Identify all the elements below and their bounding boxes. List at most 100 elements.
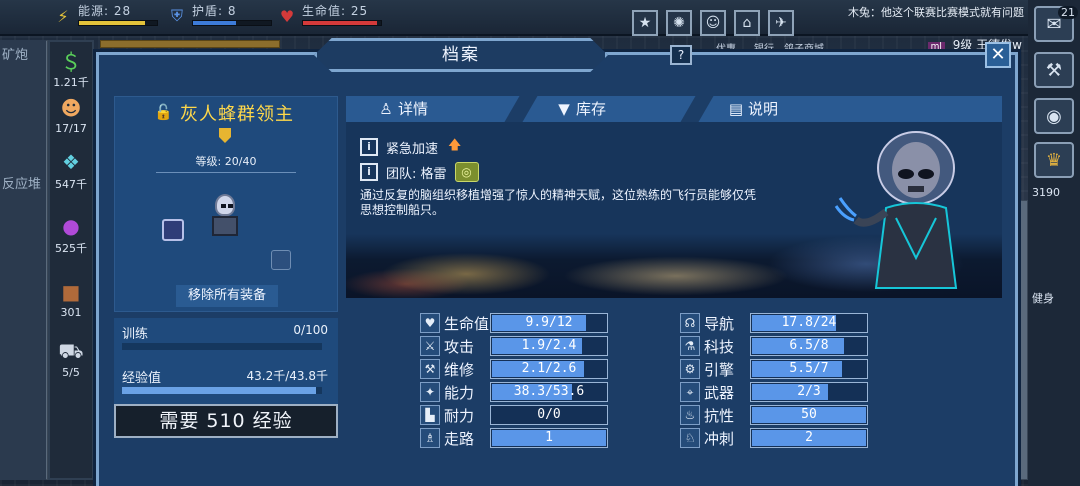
exp-label: 经验值 bbox=[122, 371, 162, 386]
shield-icon: ⛨ bbox=[170, 6, 183, 25]
star-button[interactable]: ★ bbox=[632, 10, 658, 36]
stat-label: 冲刺 bbox=[704, 429, 735, 448]
stat-row[interactable]: ⚔ 攻击 1.9/2.4 bbox=[420, 336, 608, 356]
info-icon[interactable]: i bbox=[360, 138, 378, 156]
stat-value-box: 9.9/12 bbox=[490, 313, 608, 333]
mission-button[interactable]: ◉ bbox=[1034, 98, 1074, 134]
heart-icon: ♥ bbox=[279, 6, 295, 26]
smile-icon: ☺ bbox=[705, 15, 721, 31]
gas-value: 525千 bbox=[55, 242, 87, 255]
bird-icon: ✈ bbox=[775, 15, 787, 31]
run-icon: ♘ bbox=[680, 428, 700, 448]
gas-item[interactable]: ● 525千 bbox=[50, 212, 92, 256]
stat-label: 武器 bbox=[704, 383, 735, 402]
team-row[interactable]: i 团队: 格雷 ◎ bbox=[360, 162, 479, 182]
discount-button[interactable]: ☺ bbox=[700, 10, 726, 36]
exp-fill bbox=[122, 387, 316, 394]
walk-icon: ♗ bbox=[420, 428, 440, 448]
cargo-item[interactable]: ■ 301 bbox=[50, 278, 92, 319]
stat-label: 攻击 bbox=[444, 337, 475, 356]
arrow-up-icon: 🡅 bbox=[448, 138, 462, 153]
stat-row[interactable]: ⚗ 科技 6.5/8 bbox=[680, 336, 868, 356]
atom-icon: ✺ bbox=[673, 15, 685, 31]
stat-row[interactable]: ✦ 能力 38.3/53.6 bbox=[420, 382, 608, 402]
special-ability-row[interactable]: i 紧急加速 🡅 bbox=[360, 136, 461, 158]
stat-row[interactable]: ♨ 抗性 50 bbox=[680, 405, 868, 425]
info-icon[interactable]: i bbox=[360, 163, 378, 181]
tab-details-label: 详情 bbox=[398, 100, 429, 118]
minerals-item[interactable]: ❖ 547千 bbox=[50, 148, 92, 192]
stat-value-box: 2.1/2.6 bbox=[490, 359, 608, 379]
sword-icon: ⚔ bbox=[420, 336, 440, 356]
stat-label: 抗性 bbox=[704, 406, 735, 425]
shield-label: 护盾: 8 bbox=[192, 4, 237, 18]
stat-value-box: 5.5/7 bbox=[750, 359, 868, 379]
exp-value: 43.2千/43.8千 bbox=[246, 369, 328, 383]
vehicles-value: 5/5 bbox=[62, 366, 80, 379]
training-label: 训练 bbox=[122, 327, 149, 342]
chat-message[interactable]: 木兔：他这个联赛比赛模式就有问题 bbox=[848, 4, 1024, 20]
room-label-cannon: 矿炮 bbox=[2, 48, 29, 63]
crew-count-item[interactable]: ☻ 17/17 bbox=[50, 94, 92, 135]
stat-row[interactable]: ♘ 冲刺 2 bbox=[680, 428, 868, 448]
health-fill bbox=[303, 21, 378, 25]
stat-label: 生命值 bbox=[444, 314, 490, 333]
stat-row[interactable]: ▙ 耐力 0/0 bbox=[420, 405, 608, 425]
stat-row[interactable]: ⚒ 维修 2.1/2.6 bbox=[420, 359, 608, 379]
stat-label: 耐力 bbox=[444, 406, 475, 425]
hammer-icon: ⚒ bbox=[1045, 59, 1063, 81]
trophy-value: 3190 bbox=[1032, 186, 1060, 199]
stat-row[interactable]: ⌖ 武器 2/3 bbox=[680, 382, 868, 402]
close-button[interactable]: ✕ bbox=[985, 42, 1011, 68]
stat-row[interactable]: ☊ 导航 17.8/24 bbox=[680, 313, 868, 333]
tab-inventory[interactable]: ▼ 库存 bbox=[556, 96, 606, 122]
crew-face-icon: ☻ bbox=[60, 96, 82, 120]
credits-value: 1.21千 bbox=[53, 76, 89, 89]
pilot-icon: ☊ bbox=[680, 313, 700, 333]
research-button[interactable]: ✺ bbox=[666, 10, 692, 36]
stat-value-box: 2/3 bbox=[750, 382, 868, 402]
truck-icon: ⛟ bbox=[58, 338, 84, 363]
minerals-value: 547千 bbox=[55, 178, 87, 191]
unequip-all-button[interactable]: 移除所有装备 bbox=[176, 285, 278, 307]
crystal-icon: ❖ bbox=[62, 150, 80, 174]
vehicles-item[interactable]: ⛟ 5/5 bbox=[50, 338, 92, 380]
trophy-button[interactable]: ♛ bbox=[1034, 142, 1074, 178]
stat-value-box: 1 bbox=[490, 428, 608, 448]
stat-value: 2.1/2.6 bbox=[521, 361, 577, 376]
stat-value-box: 17.8/24 bbox=[750, 313, 868, 333]
team-label: 团队: 格雷 bbox=[386, 166, 447, 182]
stat-value-box: 0/0 bbox=[490, 405, 608, 425]
stat-value: 1 bbox=[545, 430, 553, 445]
stat-row[interactable]: ♗ 走路 1 bbox=[420, 428, 608, 448]
need-exp-button[interactable]: 需要 510 经验 bbox=[114, 404, 338, 438]
lock-icon[interactable]: 🔓 bbox=[154, 103, 173, 121]
person-icon: ♙ bbox=[379, 100, 393, 118]
boot-icon: ▙ bbox=[420, 405, 440, 425]
eye-icon: ◉ bbox=[1046, 105, 1062, 127]
equipment-slot-empty[interactable] bbox=[271, 250, 291, 270]
stat-row[interactable]: ⚙ 引擎 5.5/7 bbox=[680, 359, 868, 379]
pigeon-shop-button[interactable]: ✈ bbox=[768, 10, 794, 36]
crew-description: 通过反复的脑组织移植增强了惊人的精神天赋，这位熟练的飞行员能够仅凭思想控制船只。 bbox=[360, 188, 757, 217]
notification-count: 21 bbox=[1058, 6, 1078, 19]
shirt-icon: ▼ bbox=[558, 100, 570, 118]
cash-icon: ＄ bbox=[61, 49, 81, 74]
stat-label: 能力 bbox=[444, 383, 475, 402]
stat-value-box: 50 bbox=[750, 405, 868, 425]
help-button[interactable]: ? bbox=[670, 45, 692, 65]
build-button[interactable]: ⚒ bbox=[1034, 52, 1074, 88]
tab-bar bbox=[346, 96, 1002, 122]
tab-details[interactable]: ♙ 详情 bbox=[378, 96, 428, 122]
cargo-value: 301 bbox=[60, 306, 82, 319]
stat-value-box: 6.5/8 bbox=[750, 336, 868, 356]
stat-row[interactable]: ♥ 生命值 9.9/12 bbox=[420, 313, 608, 333]
background-room-labels: 矿炮 反应堆 bbox=[0, 40, 46, 480]
stat-value-box: 38.3/53.6 bbox=[490, 382, 608, 402]
credits-item[interactable]: ＄ 1.21千 bbox=[50, 46, 92, 90]
stat-value: 38.3/53.6 bbox=[513, 384, 585, 399]
bank-button[interactable]: ⌂ bbox=[734, 10, 760, 36]
equipment-slot-weapon[interactable] bbox=[162, 219, 184, 241]
document-icon: ▤ bbox=[728, 100, 744, 118]
tab-description[interactable]: ▤ 说明 bbox=[728, 96, 778, 122]
